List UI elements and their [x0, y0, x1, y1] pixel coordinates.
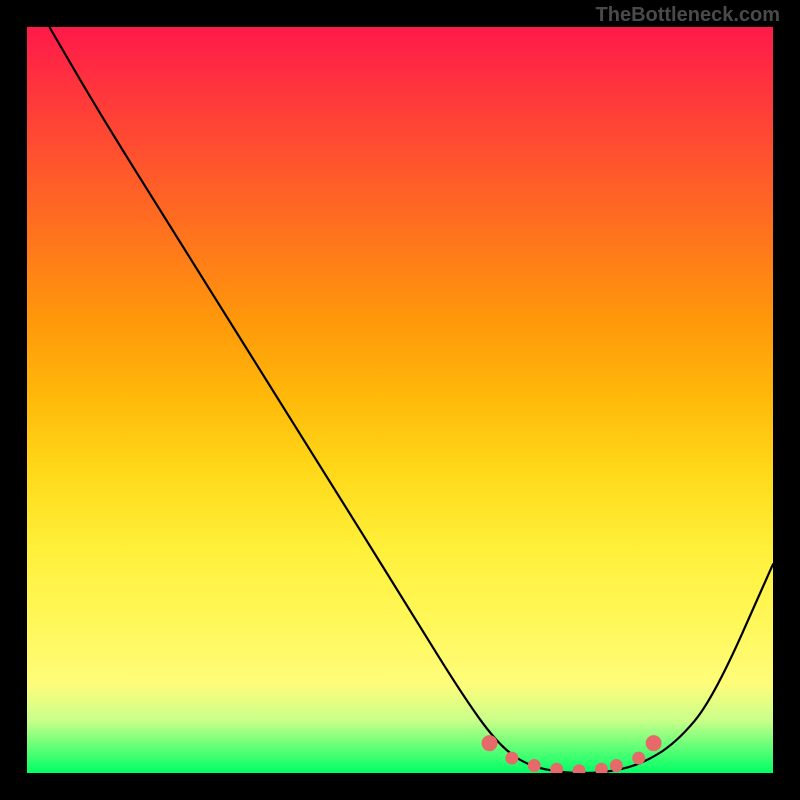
highlight-dot: [573, 764, 586, 773]
highlight-dot: [632, 752, 645, 765]
plot-area: [27, 27, 773, 773]
highlight-dot: [550, 763, 563, 773]
bottleneck-curve: [49, 27, 773, 773]
highlight-dots: [482, 735, 662, 773]
highlight-dot-end: [646, 735, 662, 751]
highlight-dot: [595, 763, 608, 773]
highlight-dot: [505, 752, 518, 765]
highlight-dot: [528, 759, 541, 772]
highlight-dot-end: [482, 735, 498, 751]
curve-line: [49, 27, 773, 773]
watermark-text: TheBottleneck.com: [596, 4, 780, 27]
chart-svg: [27, 27, 773, 773]
highlight-dot: [610, 759, 623, 772]
